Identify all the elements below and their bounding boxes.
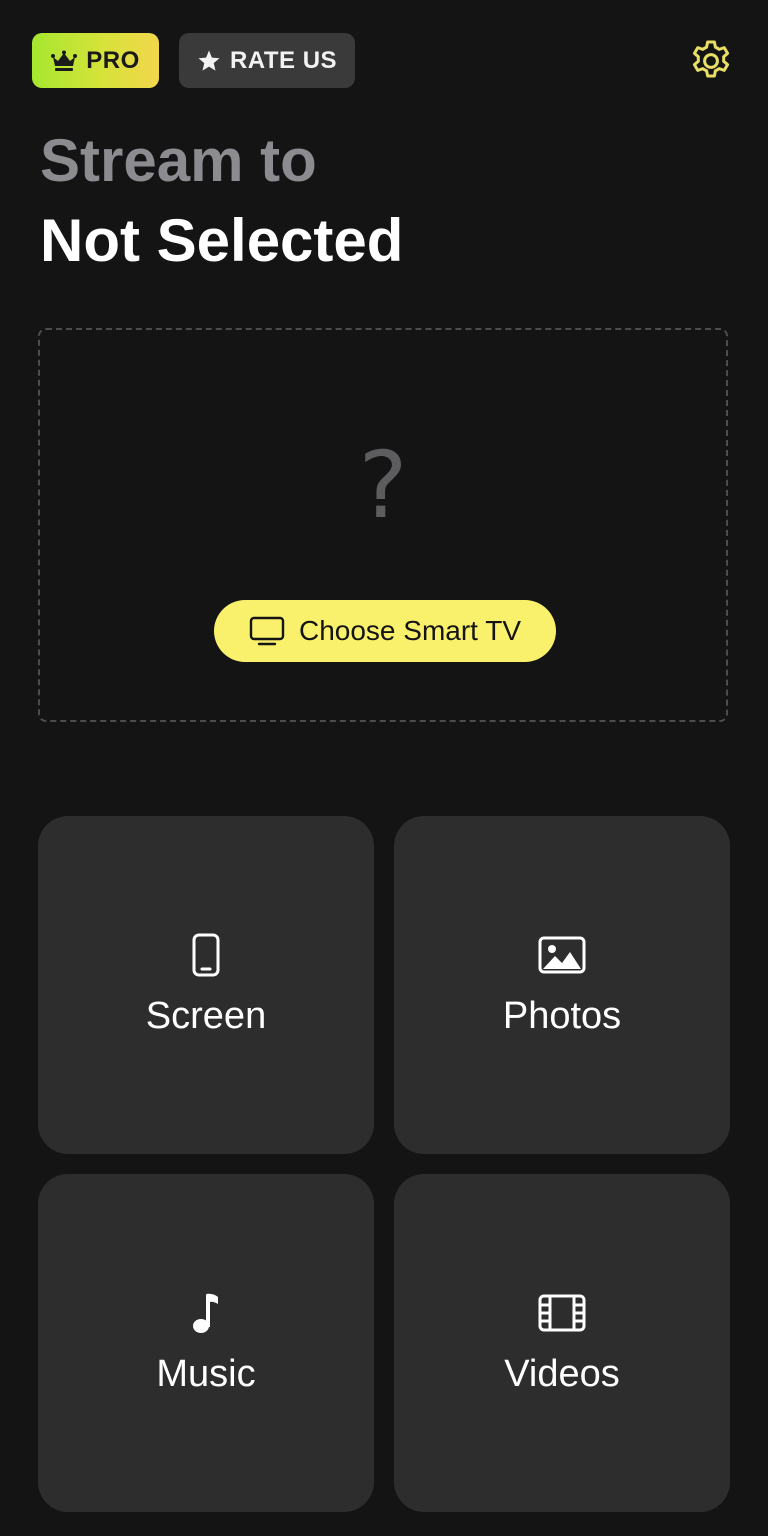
selected-device-title: Not Selected — [40, 207, 404, 274]
screen-tile[interactable]: Screen — [38, 816, 374, 1154]
stream-to-label: Stream to — [40, 127, 317, 194]
photos-tile-label: Photos — [502, 995, 622, 1037]
film-icon — [538, 1291, 586, 1335]
pro-button[interactable]: PRO — [32, 33, 159, 88]
top-bar: PRO RATE US — [32, 33, 736, 89]
photos-tile[interactable]: Photos — [394, 816, 730, 1154]
settings-button[interactable] — [686, 36, 736, 86]
music-note-icon — [191, 1291, 221, 1335]
home-screen: PRO RATE US Stream to Not Selected ? Cho… — [0, 0, 768, 1536]
device-selection-area: ? Choose Smart TV — [38, 328, 728, 722]
choose-smart-tv-label: Choose Smart TV — [298, 615, 522, 646]
music-tile[interactable]: Music — [38, 1174, 374, 1512]
phone-icon — [191, 933, 221, 977]
videos-tile[interactable]: Videos — [394, 1174, 730, 1512]
rate-us-button[interactable]: RATE US — [179, 33, 355, 88]
photo-icon — [538, 933, 586, 977]
gear-icon — [687, 37, 735, 85]
screen-tile-label: Screen — [145, 995, 267, 1037]
choose-smart-tv-button[interactable]: Choose Smart TV — [214, 600, 556, 662]
pro-label: PRO — [86, 46, 140, 74]
rate-us-label: RATE US — [229, 46, 338, 74]
question-mark-icon: ? — [358, 432, 408, 539]
star-icon — [197, 49, 221, 73]
music-tile-label: Music — [156, 1353, 256, 1395]
videos-tile-label: Videos — [504, 1353, 620, 1395]
crown-icon — [51, 50, 78, 72]
tv-icon — [249, 616, 285, 646]
